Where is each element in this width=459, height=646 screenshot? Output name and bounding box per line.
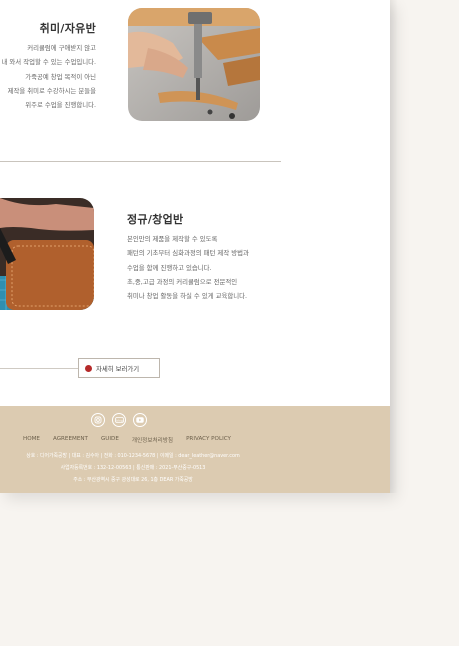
hobby-class-photo bbox=[128, 8, 260, 121]
regular-class-photo bbox=[0, 198, 94, 310]
content-card: 취미/자유반 커리큘럼에 구애받지 않고 내 와서 작업할 수 있는 수업입니다… bbox=[0, 0, 390, 493]
footer-address: 주소 : 부산광역시 중구 광성대로 26, 1층 DEAR 가죽공방 bbox=[73, 477, 193, 483]
desc-line: 커리큘럼에 구애받지 않고 bbox=[27, 44, 96, 52]
desc-line: 본인만의 제품을 제작할 수 있도록 bbox=[127, 235, 218, 243]
desc-line: 가죽공예 창업 목적이 아닌 bbox=[25, 72, 96, 81]
blog-icon[interactable]: blog bbox=[112, 413, 126, 427]
desc-line: 초,중,고급 과정의 커리큘럼으로 전문적인 bbox=[127, 277, 238, 286]
desc-line: 수업을 함께 진행하고 있습니다. bbox=[127, 263, 212, 272]
desc-line: 제작을 취미로 수강하시는 분들을 bbox=[7, 86, 96, 95]
youtube-icon[interactable] bbox=[133, 413, 147, 427]
more-details-label: 자세히 보러가기 bbox=[96, 364, 140, 373]
desc-line: 취미나 창업 활동을 하실 수 있게 교육합니다. bbox=[127, 292, 248, 301]
desc-line: 내 와서 작업할 수 있는 수업입니다. bbox=[1, 58, 97, 67]
desc-line: 패턴의 기초부터 심화과정의 패턴 제작 방법과 bbox=[127, 249, 249, 258]
footer-link-home[interactable]: HOME bbox=[23, 436, 40, 444]
site-footer: blog HOME AGREEMENT GUIDE 개인정보처리방침 PRIVA… bbox=[0, 406, 390, 493]
section-desc-hobby: 커리큘럼에 구애받지 않고 내 와서 작업할 수 있는 수업입니다. 가죽공예 … bbox=[2, 41, 97, 112]
footer-company-info: 상호 : 디어가죽공방 | 대표 : 김수아 | 전화 : 010-1234-5… bbox=[26, 453, 240, 459]
card-shadow bbox=[390, 0, 398, 493]
more-details-button[interactable]: 자세히 보러가기 bbox=[78, 358, 160, 378]
footer-link-privacy-policy[interactable]: PRIVACY POLICY bbox=[186, 436, 231, 444]
footer-business-info: 사업자등록번호 : 132-12-00563 | 통신판매 : 2021-부산중… bbox=[60, 465, 206, 471]
desc-line: 위주로 수업을 진행합니다. bbox=[25, 101, 96, 110]
footer-link-privacy-kr[interactable]: 개인정보처리방침 bbox=[132, 436, 173, 444]
section-desc-regular: 본인만의 제품을 제작할 수 있도록 패턴의 기초부터 심화과정의 패턴 제작 … bbox=[127, 232, 249, 303]
more-connector-line bbox=[0, 368, 78, 369]
instagram-icon[interactable] bbox=[91, 413, 105, 427]
section-title-hobby: 취미/자유반 bbox=[39, 22, 96, 35]
bullet-dot-icon bbox=[85, 364, 92, 372]
footer-link-guide[interactable]: GUIDE bbox=[101, 436, 119, 444]
social-links: blog bbox=[91, 413, 147, 427]
section-title-regular: 정규/창업반 bbox=[127, 213, 184, 226]
footer-nav: HOME AGREEMENT GUIDE 개인정보처리방침 PRIVACY PO… bbox=[23, 436, 244, 444]
svg-text:blog: blog bbox=[116, 418, 123, 422]
footer-link-agreement[interactable]: AGREEMENT bbox=[53, 436, 88, 444]
section-divider bbox=[0, 161, 281, 162]
